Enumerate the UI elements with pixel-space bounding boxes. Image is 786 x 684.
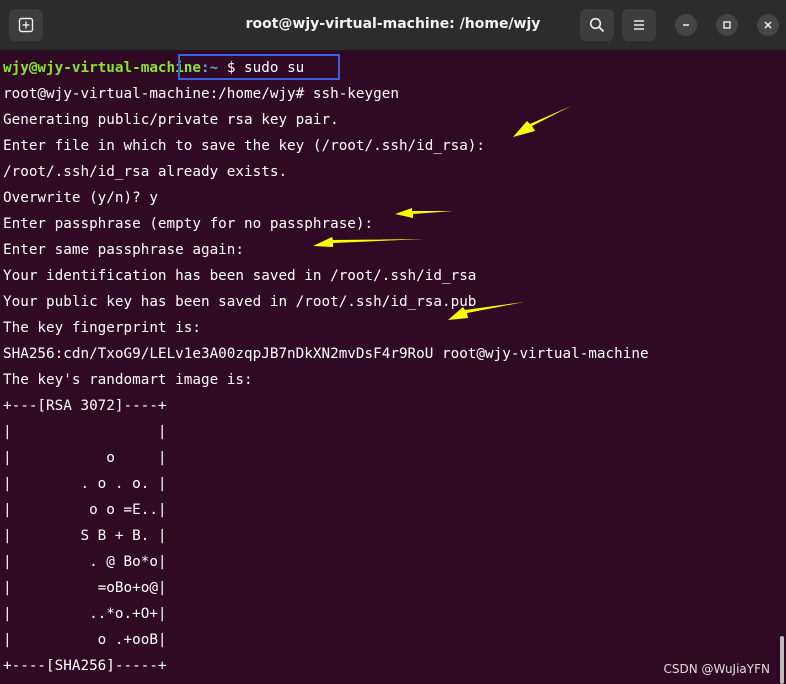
- output-line: SHA256:cdn/TxoG9/LELv1e3A00zqpJB7nDkXN2m…: [3, 346, 649, 362]
- maximize-button[interactable]: [716, 14, 738, 36]
- randomart-line: | ..*o.+O+|: [3, 606, 167, 622]
- randomart-line: | . @ Bo*o|: [3, 554, 167, 570]
- scrollbar[interactable]: [780, 636, 784, 684]
- output-line: Generating public/private rsa key pair.: [3, 112, 339, 128]
- maximize-icon: [723, 21, 731, 29]
- output-line: Your identification has been saved in /r…: [3, 268, 477, 284]
- randomart-line: | =oBo+o@|: [3, 580, 167, 596]
- randomart-line: | o |: [3, 450, 167, 466]
- terminal-output[interactable]: wjy@wjy-virtual-machine:~ $ sudo su root…: [0, 52, 786, 684]
- output-line: /root/.ssh/id_rsa already exists.: [3, 164, 288, 180]
- output-line: Overwrite (y/n)? y: [3, 190, 158, 206]
- minimize-icon: [683, 24, 689, 26]
- watermark: CSDN @WuJiaYFN: [663, 662, 770, 676]
- search-icon: [589, 17, 605, 33]
- randomart-line: | S B + B. |: [3, 528, 167, 544]
- prompt-user: wjy@wjy-virtual-machine: [3, 60, 201, 76]
- randomart-line: | |: [3, 424, 167, 440]
- output-line: root@wjy-virtual-machine:/home/wjy# ssh-…: [3, 86, 399, 102]
- output-line: The key's randomart image is:: [3, 372, 253, 388]
- title-bar: root@wjy-virtual-machine: /home/wjy: [0, 0, 786, 51]
- randomart-line: | . o . o. |: [3, 476, 167, 492]
- output-line: Enter same passphrase again:: [3, 242, 245, 258]
- randomart-line: +---[RSA 3072]----+: [3, 398, 167, 414]
- command-highlight-box: [178, 54, 340, 80]
- randomart-line: +----[SHA256]-----+: [3, 658, 167, 674]
- search-button[interactable]: [580, 9, 614, 41]
- minimize-button[interactable]: [675, 14, 697, 36]
- menu-button[interactable]: [622, 9, 656, 41]
- output-line: The key fingerprint is:: [3, 320, 201, 336]
- randomart-line: | o .+ooB|: [3, 632, 167, 648]
- hamburger-menu-icon: [634, 20, 644, 30]
- close-button[interactable]: [757, 14, 779, 36]
- output-line: Enter passphrase (empty for no passphras…: [3, 216, 374, 232]
- randomart-line: | o o =E..|: [3, 502, 167, 518]
- output-line: Enter file in which to save the key (/ro…: [3, 138, 486, 154]
- close-icon: [764, 21, 772, 29]
- window-title: root@wjy-virtual-machine: /home/wjy: [245, 16, 541, 32]
- output-line: Your public key has been saved in /root/…: [3, 294, 477, 310]
